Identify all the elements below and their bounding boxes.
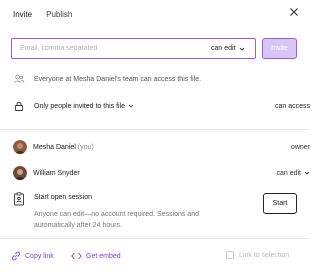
user-name: William Snyder	[33, 169, 80, 177]
user-role: owner	[290, 143, 310, 151]
link-to-selection-label: Link to selection	[239, 251, 290, 259]
session-icon	[13, 192, 25, 206]
start-session-button[interactable]: Start	[263, 193, 297, 214]
copy-link-button[interactable]: Copy link	[11, 251, 54, 261]
you-label: (you)	[77, 143, 94, 151]
email-field[interactable]	[20, 39, 190, 57]
link-access-row: Only people invited to this file can acc…	[13, 99, 310, 113]
team-access-text: Everyone at Mesha Daniel's team can acce…	[34, 75, 202, 83]
chevron-down-icon	[128, 104, 134, 108]
tab-publish[interactable]: Publish	[46, 10, 72, 19]
user-name: Mesha Daniel	[33, 143, 76, 151]
link-icon	[11, 251, 21, 261]
link-access-select[interactable]: Only people invited to this file	[34, 103, 134, 110]
avatar	[13, 140, 27, 154]
chevron-down-icon	[239, 47, 244, 51]
lock-icon	[13, 100, 25, 112]
avatar	[13, 166, 27, 180]
invite-row: can edit Invite	[11, 38, 297, 59]
email-box: can edit	[11, 38, 256, 59]
close-icon[interactable]	[288, 6, 300, 18]
tab-invite[interactable]: Invite	[13, 10, 32, 19]
invite-permission-select[interactable]: can edit	[211, 43, 245, 54]
user-row-mesha: Mesha Daniel (you) owner	[13, 140, 310, 154]
invite-permission-label: can edit	[211, 45, 236, 52]
divider	[0, 129, 308, 130]
copy-link-label: Copy link	[25, 252, 54, 260]
share-dialog: Invite Publish can edit Invite Everyone …	[0, 0, 310, 272]
user-role-select[interactable]: can edit	[276, 170, 310, 177]
user-row-william: William Snyder can edit	[13, 166, 310, 180]
code-icon	[71, 252, 82, 260]
get-embed-button[interactable]: Get embed	[71, 251, 121, 261]
share-tabs: Invite Publish	[13, 8, 72, 20]
link-to-selection-checkbox[interactable]	[226, 251, 234, 259]
open-session-description: Anyone can edit—no account required. Ses…	[34, 211, 199, 229]
team-access-row: Everyone at Mesha Daniel's team can acce…	[13, 72, 201, 86]
user-name-wrap: Mesha Daniel (you)	[33, 144, 94, 151]
user-role-label: can edit	[276, 169, 301, 177]
link-access-label: Only people invited to this file	[34, 102, 126, 110]
link-access-permission: can access	[274, 102, 310, 110]
get-embed-label: Get embed	[86, 252, 121, 260]
team-icon	[13, 73, 25, 85]
open-session-title: Start open session	[34, 194, 92, 201]
invite-button[interactable]: Invite	[262, 38, 297, 59]
link-to-selection: Link to selection	[226, 251, 289, 259]
chevron-down-icon	[304, 171, 310, 175]
